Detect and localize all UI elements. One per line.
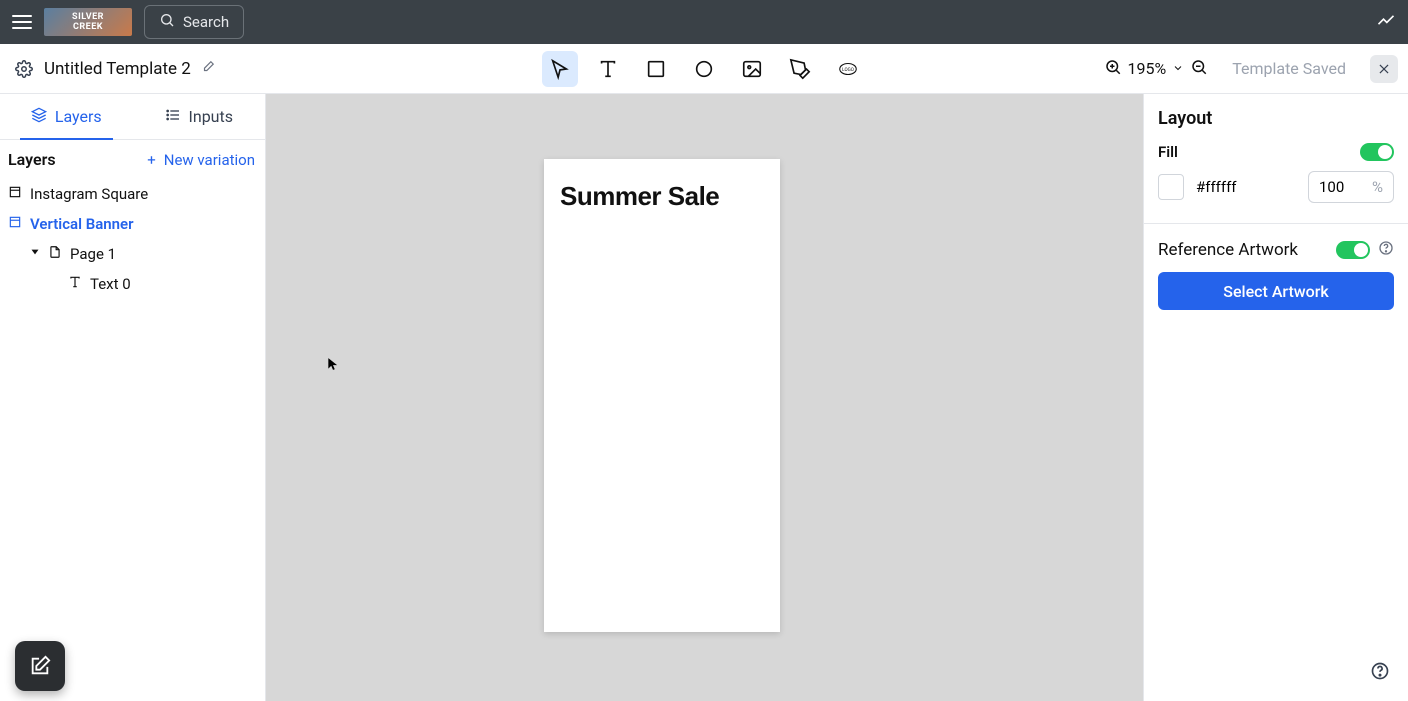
layer-label: Text 0 <box>90 275 131 293</box>
inputs-icon <box>165 107 181 127</box>
search-icon <box>159 12 175 32</box>
layer-label: Vertical Banner <box>30 215 134 233</box>
analytics-icon[interactable] <box>1376 10 1396 34</box>
circle-tool[interactable] <box>686 51 722 87</box>
layer-instagram-square[interactable]: Instagram Square <box>6 179 259 209</box>
zoom-value[interactable]: 195% <box>1128 59 1167 78</box>
layer-vertical-banner[interactable]: Vertical Banner <box>6 209 259 239</box>
page-icon <box>48 245 62 263</box>
rectangle-tool[interactable] <box>638 51 674 87</box>
settings-button[interactable] <box>10 55 38 83</box>
artboard-vertical-banner[interactable]: Summer Sale <box>544 159 780 632</box>
plus-icon: + <box>147 151 156 169</box>
fill-swatch[interactable] <box>1158 174 1184 200</box>
canvas-text0[interactable]: Summer Sale <box>560 181 719 212</box>
cursor-icon <box>326 355 340 377</box>
text-tool[interactable] <box>590 51 626 87</box>
layers-heading: Layers <box>8 150 56 169</box>
layer-page1[interactable]: Page 1 <box>6 239 259 269</box>
zoom-dropdown[interactable] <box>1172 59 1184 78</box>
close-button[interactable] <box>1370 55 1398 83</box>
search-button[interactable]: Search <box>144 5 244 39</box>
fill-toggle[interactable] <box>1360 143 1394 161</box>
zoom-in-button[interactable] <box>1104 58 1122 80</box>
artboard-icon <box>8 215 22 233</box>
text-icon <box>68 275 82 293</box>
select-tool[interactable] <box>542 51 578 87</box>
fill-opacity-input[interactable] <box>1319 178 1359 196</box>
help-button[interactable] <box>1370 661 1390 685</box>
new-variation-button[interactable]: + New variation <box>147 151 255 169</box>
toolbar: LOGO <box>542 51 866 87</box>
help-icon[interactable] <box>1378 240 1394 260</box>
reference-toggle[interactable] <box>1336 241 1370 259</box>
compose-fab[interactable] <box>15 641 65 691</box>
reference-artwork-label: Reference Artwork <box>1158 240 1298 260</box>
layout-heading: Layout <box>1158 108 1394 129</box>
artboard-icon <box>8 185 22 203</box>
zoom-out-button[interactable] <box>1190 58 1208 80</box>
brand-logo[interactable] <box>44 8 132 36</box>
fill-hex-input[interactable] <box>1196 178 1264 196</box>
layer-text0[interactable]: Text 0 <box>6 269 259 299</box>
layers-icon <box>31 107 47 127</box>
template-title: Untitled Template 2 <box>44 59 191 79</box>
menu-button[interactable] <box>12 12 32 32</box>
edit-title-button[interactable] <box>201 59 215 78</box>
svg-text:LOGO: LOGO <box>842 66 854 72</box>
percent-label: % <box>1372 178 1383 196</box>
tab-inputs-label: Inputs <box>189 107 233 126</box>
save-status: Template Saved <box>1232 59 1346 78</box>
tab-layers[interactable]: Layers <box>0 94 133 139</box>
search-label: Search <box>183 13 229 31</box>
layer-label: Page 1 <box>70 245 116 263</box>
new-variation-label: New variation <box>164 151 255 169</box>
image-tool[interactable] <box>734 51 770 87</box>
tab-inputs[interactable]: Inputs <box>133 94 266 139</box>
canvas[interactable]: Summer Sale <box>266 94 1143 701</box>
pen-tool[interactable] <box>782 51 818 87</box>
select-artwork-button[interactable]: Select Artwork <box>1158 272 1394 310</box>
tab-layers-label: Layers <box>55 107 102 126</box>
logo-tool[interactable]: LOGO <box>830 51 866 87</box>
layer-label: Instagram Square <box>30 185 148 203</box>
fill-label: Fill <box>1158 143 1178 161</box>
caret-down-icon[interactable] <box>28 245 40 263</box>
